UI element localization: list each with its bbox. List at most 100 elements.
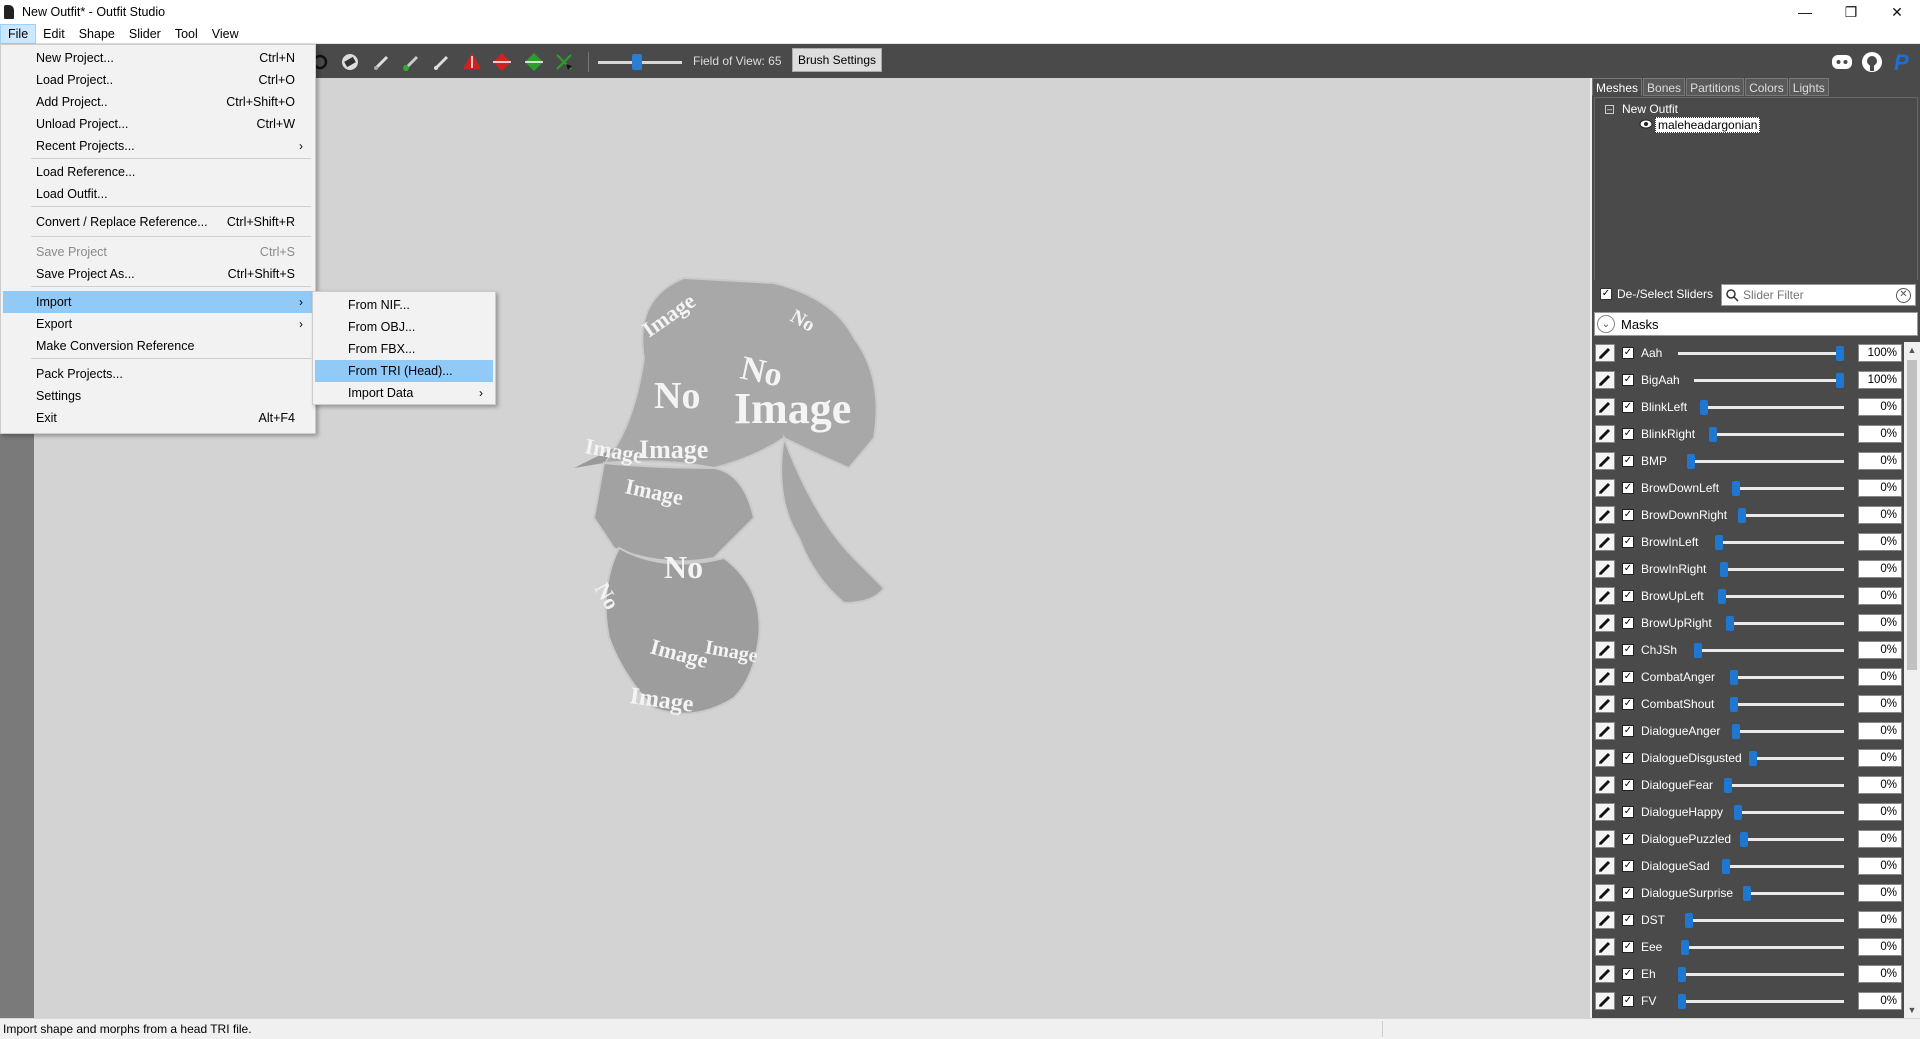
edit-slider-icon[interactable] xyxy=(1595,560,1615,578)
slider-track[interactable] xyxy=(1722,865,1844,868)
slider-value[interactable]: 0% xyxy=(1858,911,1902,929)
slider-checkbox[interactable]: ✓ xyxy=(1622,806,1634,818)
menu-view[interactable]: View xyxy=(205,24,246,44)
slider-value[interactable]: 0% xyxy=(1858,533,1902,551)
edit-slider-icon[interactable] xyxy=(1595,479,1615,497)
file-menu-item[interactable]: Make Conversion Reference xyxy=(3,335,313,357)
file-menu-item[interactable]: Export › xyxy=(3,313,313,335)
slider-track[interactable] xyxy=(1709,433,1844,436)
slider-thumb[interactable] xyxy=(1836,346,1844,361)
slider-track[interactable] xyxy=(1694,649,1844,652)
tab-lights[interactable]: Lights xyxy=(1788,78,1829,96)
slider-value[interactable]: 0% xyxy=(1858,641,1902,659)
slider-track[interactable] xyxy=(1732,487,1844,490)
slider-value[interactable]: 0% xyxy=(1858,398,1902,416)
edit-slider-icon[interactable] xyxy=(1595,452,1615,470)
edit-slider-icon[interactable] xyxy=(1595,344,1615,362)
slider-value[interactable]: 0% xyxy=(1858,965,1902,983)
slider-value[interactable]: 0% xyxy=(1858,992,1902,1010)
slider-thumb[interactable] xyxy=(1700,400,1708,415)
slider-scrollbar[interactable]: ▲ ▼ xyxy=(1904,342,1920,1018)
file-menu-item[interactable]: Load Project.. Ctrl+O xyxy=(3,69,313,91)
edit-slider-icon[interactable] xyxy=(1595,830,1615,848)
slider-thumb[interactable] xyxy=(1718,589,1726,604)
menu-file[interactable]: File xyxy=(0,23,37,44)
slider-checkbox[interactable]: ✓ xyxy=(1622,374,1634,386)
edit-slider-icon[interactable] xyxy=(1595,506,1615,524)
clear-icon[interactable]: ✕ xyxy=(1896,288,1911,303)
smooth-icon[interactable] xyxy=(432,52,452,72)
slider-checkbox[interactable]: ✓ xyxy=(1622,671,1634,683)
slider-checkbox[interactable]: ✓ xyxy=(1622,779,1634,791)
slider-thumb[interactable] xyxy=(1720,562,1728,577)
slider-value[interactable]: 0% xyxy=(1858,506,1902,524)
slider-checkbox[interactable]: ✓ xyxy=(1622,644,1634,656)
slider-track[interactable] xyxy=(1738,514,1844,517)
slider-filter[interactable]: ✕ xyxy=(1721,284,1916,306)
slider-track[interactable] xyxy=(1681,946,1844,949)
slider-thumb[interactable] xyxy=(1715,535,1723,550)
slider-value[interactable]: 0% xyxy=(1858,452,1902,470)
slider-track[interactable] xyxy=(1700,406,1844,409)
edit-slider-icon[interactable] xyxy=(1595,371,1615,389)
slider-checkbox[interactable]: ✓ xyxy=(1622,698,1634,710)
checkbox-icon[interactable]: ✓ xyxy=(1600,288,1612,300)
slider-track[interactable] xyxy=(1726,622,1844,625)
slider-checkbox[interactable]: ✓ xyxy=(1622,347,1634,359)
restore-icon[interactable]: ❐ xyxy=(1828,0,1874,24)
slider-checkbox[interactable]: ✓ xyxy=(1622,941,1634,953)
slider-value[interactable]: 0% xyxy=(1858,722,1902,740)
slider-thumb[interactable] xyxy=(1681,940,1689,955)
edit-slider-icon[interactable] xyxy=(1595,533,1615,551)
slider-thumb[interactable] xyxy=(1836,373,1844,388)
edit-slider-icon[interactable] xyxy=(1595,614,1615,632)
deselect-sliders-toggle[interactable]: ✓ De-/Select Sliders xyxy=(1600,287,1713,301)
import-menu-item[interactable]: From TRI (Head)... xyxy=(315,360,493,382)
slider-checkbox[interactable]: ✓ xyxy=(1622,887,1634,899)
slider-value[interactable]: 0% xyxy=(1858,830,1902,848)
slider-checkbox[interactable]: ✓ xyxy=(1622,995,1634,1007)
slider-track[interactable] xyxy=(1718,595,1844,598)
slider-checkbox[interactable]: ✓ xyxy=(1622,752,1634,764)
eye-icon[interactable] xyxy=(1639,118,1653,133)
brush-settings-button[interactable]: Brush Settings xyxy=(792,48,882,72)
edit-slider-icon[interactable] xyxy=(1595,992,1615,1010)
edit-slider-icon[interactable] xyxy=(1595,398,1615,416)
slider-thumb[interactable] xyxy=(1730,670,1738,685)
slider-checkbox[interactable]: ✓ xyxy=(1622,482,1634,494)
slider-checkbox[interactable]: ✓ xyxy=(1622,860,1634,872)
slider-thumb[interactable] xyxy=(1732,724,1740,739)
slider-track[interactable] xyxy=(1720,568,1844,571)
slider-value[interactable]: 100% xyxy=(1858,371,1902,389)
slider-value[interactable]: 0% xyxy=(1858,695,1902,713)
slider-thumb[interactable] xyxy=(1724,778,1732,793)
tab-partitions[interactable]: Partitions xyxy=(1686,78,1745,96)
chevron-down-icon[interactable]: ⌄ xyxy=(1597,315,1615,333)
slider-checkbox[interactable]: ✓ xyxy=(1622,428,1634,440)
tree-mesh-item[interactable]: maleheadargonian xyxy=(1639,117,1761,133)
import-menu-item[interactable]: Import Data › xyxy=(315,382,493,404)
menu-edit[interactable]: Edit xyxy=(36,24,72,44)
transform-icon[interactable] xyxy=(554,52,574,72)
file-menu-item[interactable]: Recent Projects... › xyxy=(3,135,313,157)
file-menu-item[interactable]: Load Reference... xyxy=(3,161,313,183)
slider-value[interactable]: 0% xyxy=(1858,857,1902,875)
slider-thumb[interactable] xyxy=(1678,967,1686,982)
slider-value[interactable]: 0% xyxy=(1858,614,1902,632)
slider-checkbox[interactable]: ✓ xyxy=(1622,914,1634,926)
slider-track[interactable] xyxy=(1678,352,1844,355)
slider-checkbox[interactable]: ✓ xyxy=(1622,536,1634,548)
slider-filter-input[interactable] xyxy=(1743,288,1893,302)
tab-meshes[interactable]: Meshes xyxy=(1592,78,1643,96)
import-menu-item[interactable]: From OBJ... xyxy=(315,316,493,338)
tab-colors[interactable]: Colors xyxy=(1745,78,1788,96)
slider-checkbox[interactable]: ✓ xyxy=(1622,401,1634,413)
slider-value[interactable]: 0% xyxy=(1858,938,1902,956)
scroll-down-icon[interactable]: ▼ xyxy=(1904,1002,1920,1018)
slider-checkbox[interactable]: ✓ xyxy=(1622,725,1634,737)
slider-thumb[interactable] xyxy=(1740,832,1748,847)
edit-slider-icon[interactable] xyxy=(1595,668,1615,686)
slider-track[interactable] xyxy=(1743,892,1844,895)
slider-thumb[interactable] xyxy=(1732,481,1740,496)
slider-thumb[interactable] xyxy=(1738,508,1746,523)
